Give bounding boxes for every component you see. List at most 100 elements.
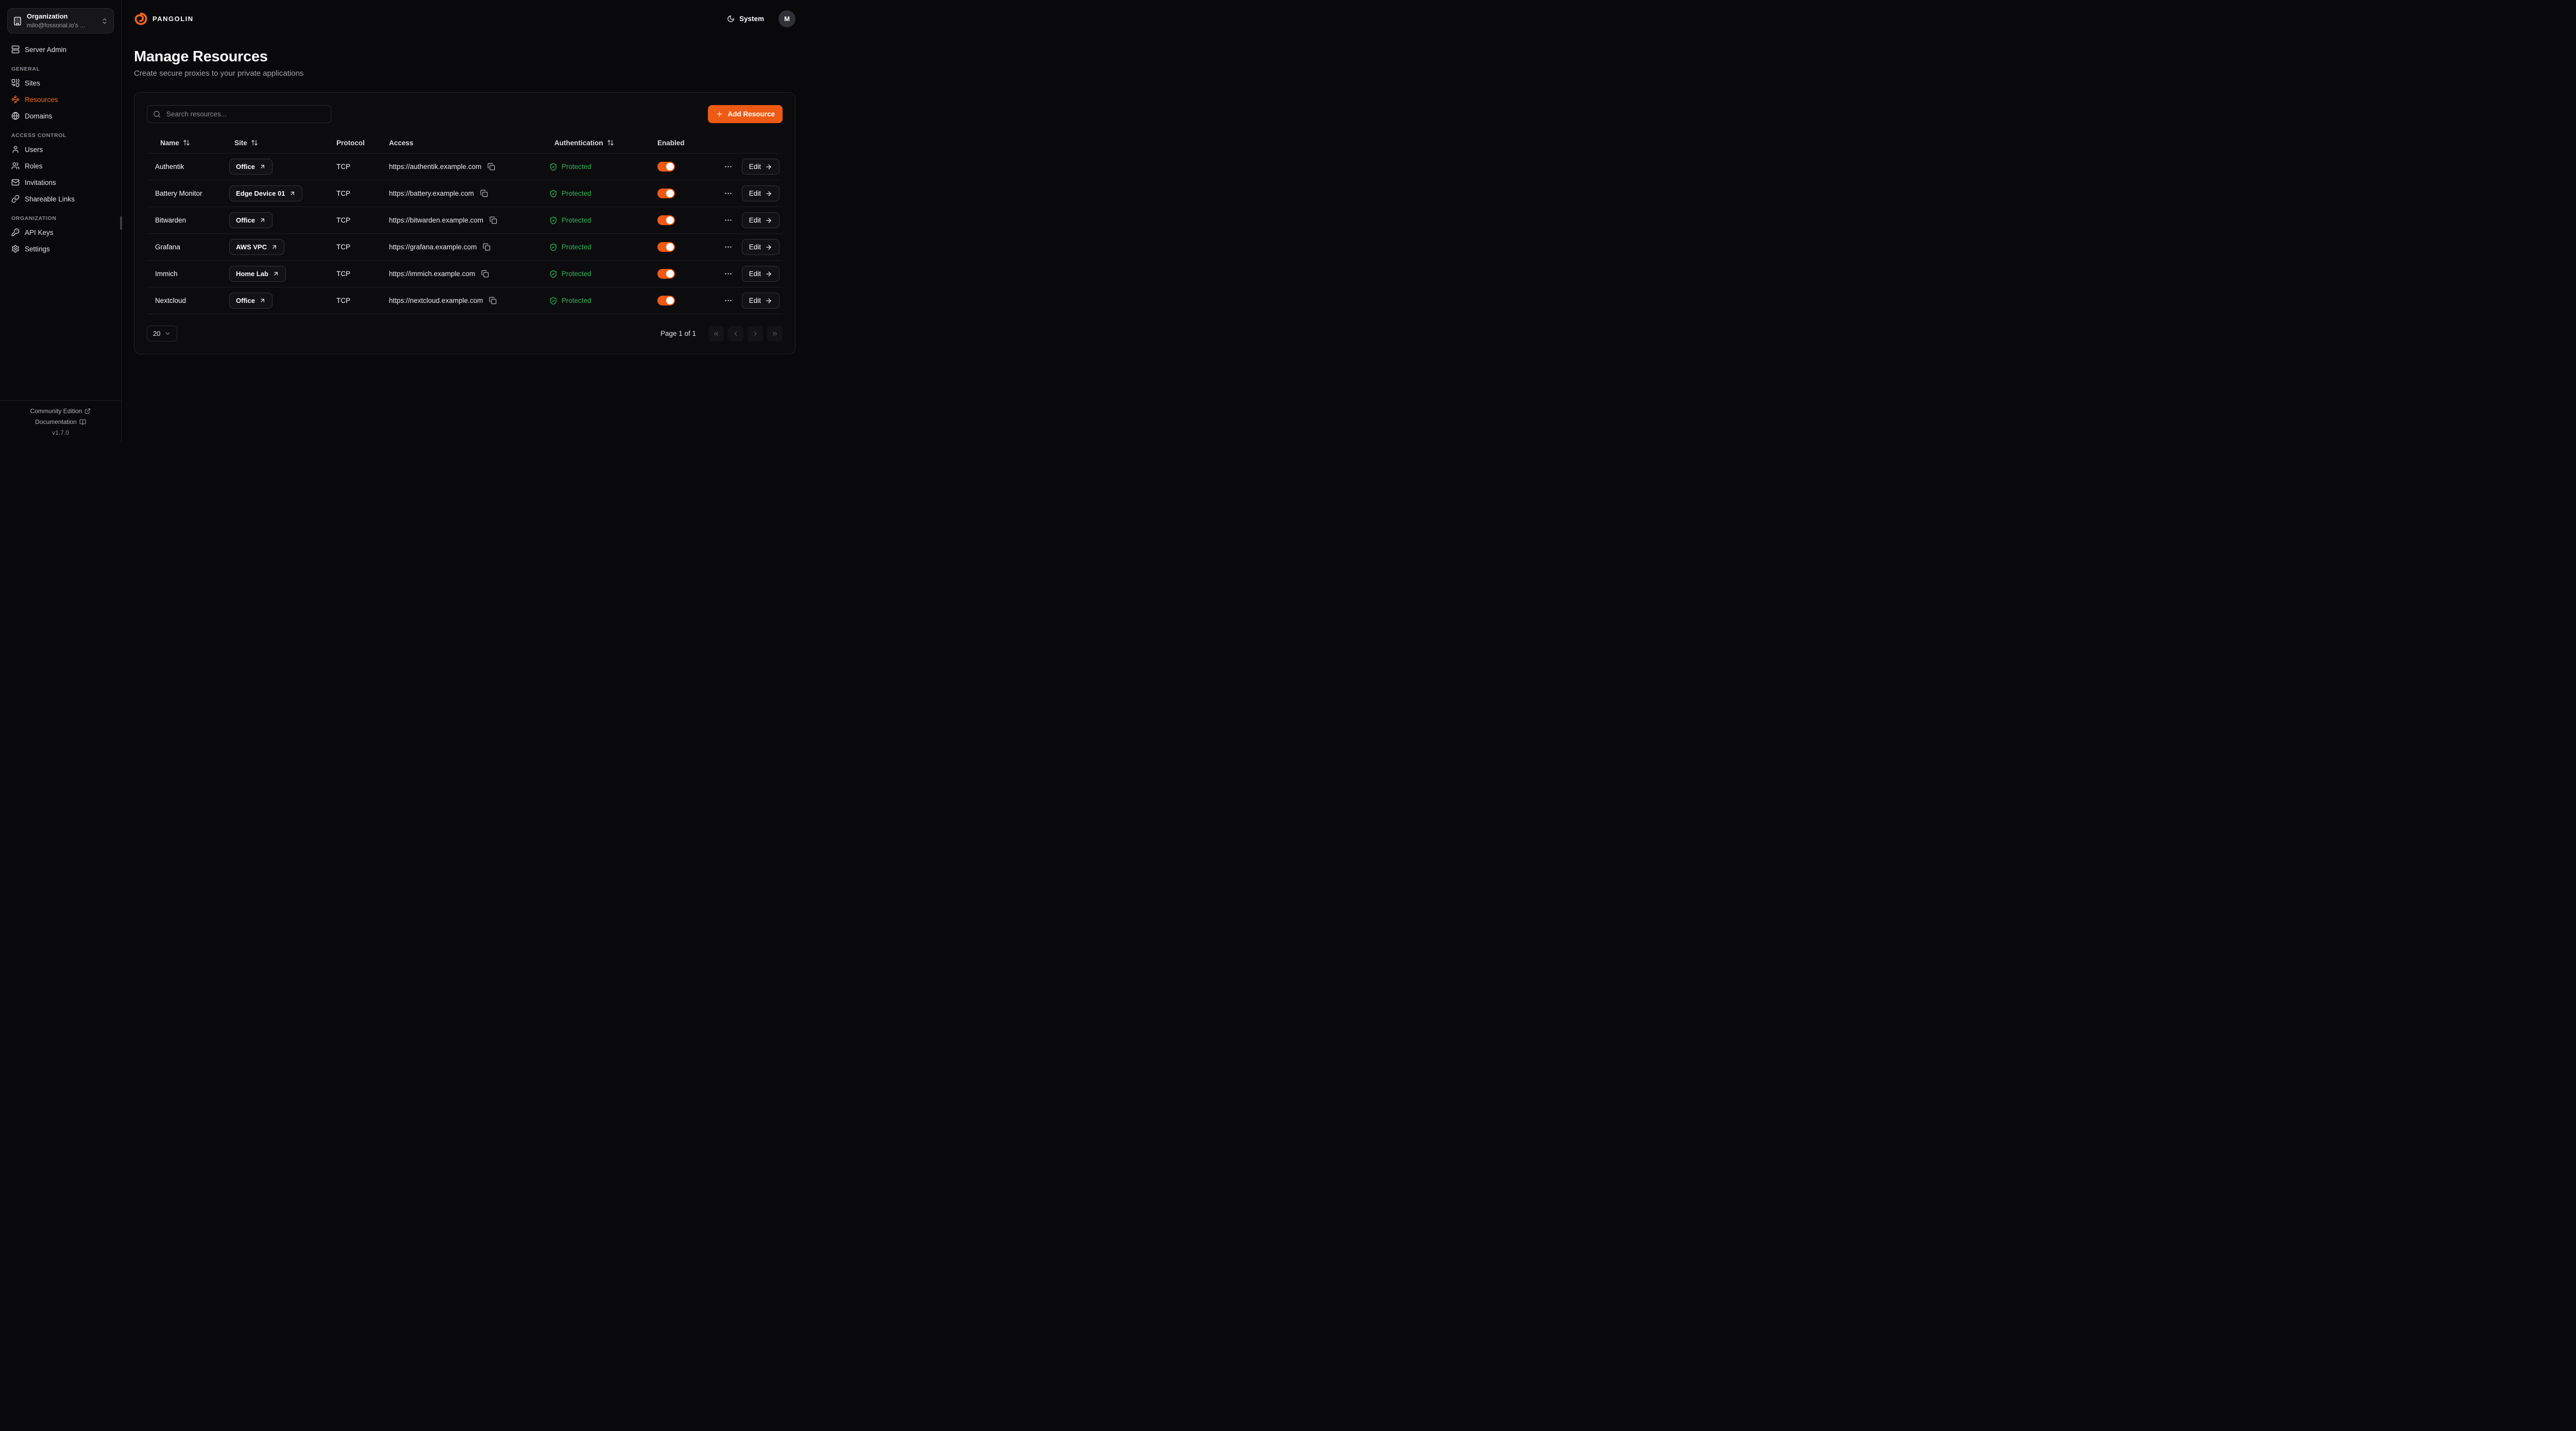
next-page-button[interactable] <box>748 326 763 342</box>
copy-url-button[interactable] <box>488 215 498 225</box>
sidebar-item-settings[interactable]: Settings <box>7 241 114 257</box>
sidebar-item-label: Sites <box>25 79 40 87</box>
copy-url-button[interactable] <box>482 242 492 252</box>
first-page-button[interactable] <box>708 326 724 342</box>
row-menu-button[interactable] <box>722 241 735 253</box>
cell-site: Office <box>221 293 328 309</box>
protocol-value: TCP <box>336 216 350 224</box>
ellipsis-icon <box>724 269 733 278</box>
sidebar-item-users[interactable]: Users <box>7 142 114 157</box>
copy-url-button[interactable] <box>480 269 490 279</box>
column-label: Protocol <box>336 139 365 147</box>
user-icon <box>11 145 20 154</box>
edit-button[interactable]: Edit <box>742 293 779 309</box>
cell-access: https://battery.example.com <box>381 189 541 198</box>
row-menu-button[interactable] <box>722 160 735 173</box>
row-menu-button[interactable] <box>722 187 735 200</box>
sidebar-item-roles[interactable]: Roles <box>7 158 114 174</box>
documentation-link[interactable]: Documentation <box>35 418 86 425</box>
community-edition-label: Community Edition <box>30 407 82 415</box>
org-switcher[interactable]: Organization milo@fossorial.io's ... <box>7 8 114 33</box>
cell-protocol: TCP <box>328 270 381 278</box>
org-subtitle: milo@fossorial.io's ... <box>27 22 96 30</box>
enabled-toggle[interactable] <box>657 162 675 172</box>
site-name: Office <box>236 163 255 171</box>
cell-access: https://immich.example.com <box>381 269 541 279</box>
column-label: Access <box>389 139 413 147</box>
column-header-name[interactable]: Name <box>147 139 221 147</box>
site-link-button[interactable]: Office <box>229 212 273 228</box>
page-status: Page 1 of 1 <box>660 330 696 337</box>
community-edition-link[interactable]: Community Edition <box>30 407 91 415</box>
shield-check-icon <box>549 216 557 225</box>
chevrons-right-icon <box>771 330 778 337</box>
sidebar-item-resources[interactable]: Resources <box>7 92 114 107</box>
copy-icon <box>489 297 497 304</box>
search-box <box>147 105 331 123</box>
cell-access: https://nextcloud.example.com <box>381 296 541 305</box>
site-link-button[interactable]: Home Lab <box>229 266 286 282</box>
enabled-toggle[interactable] <box>657 215 675 225</box>
mail-icon <box>11 178 20 186</box>
last-page-button[interactable] <box>767 326 783 342</box>
protocol-value: TCP <box>336 270 350 278</box>
enabled-toggle[interactable] <box>657 269 675 279</box>
search-input[interactable] <box>165 110 325 118</box>
page-head: Manage Resources Create secure proxies t… <box>122 37 808 83</box>
theme-toggle-button[interactable]: System <box>724 14 767 23</box>
column-header-site[interactable]: Site <box>221 139 328 147</box>
column-header-authentication[interactable]: Authentication <box>541 139 649 147</box>
site-link-button[interactable]: Office <box>229 293 273 309</box>
edit-button[interactable]: Edit <box>742 266 779 282</box>
row-menu-button[interactable] <box>722 294 735 307</box>
sidebar-item-shareable-links[interactable]: Shareable Links <box>7 191 114 207</box>
copy-icon <box>487 163 495 171</box>
resources-table: NameSiteProtocolAccessAuthenticationEnab… <box>147 132 783 314</box>
site-link-button[interactable]: AWS VPC <box>229 239 284 255</box>
sidebar-item-label: Server Admin <box>25 46 66 54</box>
shield-check-icon <box>549 163 557 171</box>
sidebar-item-server-admin[interactable]: Server Admin <box>7 42 114 57</box>
sidebar-item-invitations[interactable]: Invitations <box>7 175 114 190</box>
site-link-button[interactable]: Office <box>229 159 273 175</box>
copy-icon <box>480 190 488 197</box>
page-size-select[interactable]: 20 <box>147 326 177 342</box>
cell-site: Office <box>221 159 328 175</box>
site-link-button[interactable]: Edge Device 01 <box>229 185 302 201</box>
add-resource-label: Add Resource <box>727 110 775 118</box>
edit-button[interactable]: Edit <box>742 185 779 201</box>
access-url: https://immich.example.com <box>389 270 475 278</box>
cell-authentication: Protected <box>541 297 649 305</box>
sidebar-item-sites[interactable]: Sites <box>7 75 114 91</box>
enabled-toggle[interactable] <box>657 189 675 198</box>
add-resource-button[interactable]: Add Resource <box>708 105 783 123</box>
resource-name: Grafana <box>155 243 180 251</box>
copy-url-button[interactable] <box>479 189 489 198</box>
copy-url-button[interactable] <box>486 162 496 172</box>
cell-authentication: Protected <box>541 243 649 251</box>
resource-name: Battery Monitor <box>155 190 202 197</box>
access-url: https://authentik.example.com <box>389 163 481 171</box>
arrow-up-down-icon <box>251 139 258 146</box>
copy-url-button[interactable] <box>488 296 498 305</box>
cell-name: Bitwarden <box>147 216 221 224</box>
sidebar-item-api-keys[interactable]: API Keys <box>7 225 114 240</box>
cell-protocol: TCP <box>328 297 381 304</box>
enabled-toggle[interactable] <box>657 296 675 305</box>
user-avatar[interactable]: M <box>778 10 795 27</box>
previous-page-button[interactable] <box>728 326 743 342</box>
edit-button[interactable]: Edit <box>742 159 779 175</box>
sidebar-resize-handle[interactable] <box>120 216 122 230</box>
sidebar-item-domains[interactable]: Domains <box>7 108 114 124</box>
edit-button[interactable]: Edit <box>742 239 779 255</box>
auth-status-label: Protected <box>562 243 591 251</box>
arrow-up-right-icon <box>271 244 278 250</box>
resource-name: Nextcloud <box>155 297 186 304</box>
edit-button[interactable]: Edit <box>742 212 779 228</box>
enabled-toggle[interactable] <box>657 242 675 252</box>
documentation-label: Documentation <box>35 418 77 425</box>
book-icon <box>79 419 86 425</box>
row-menu-button[interactable] <box>722 214 735 227</box>
auth-status-label: Protected <box>562 190 591 197</box>
row-menu-button[interactable] <box>722 267 735 280</box>
